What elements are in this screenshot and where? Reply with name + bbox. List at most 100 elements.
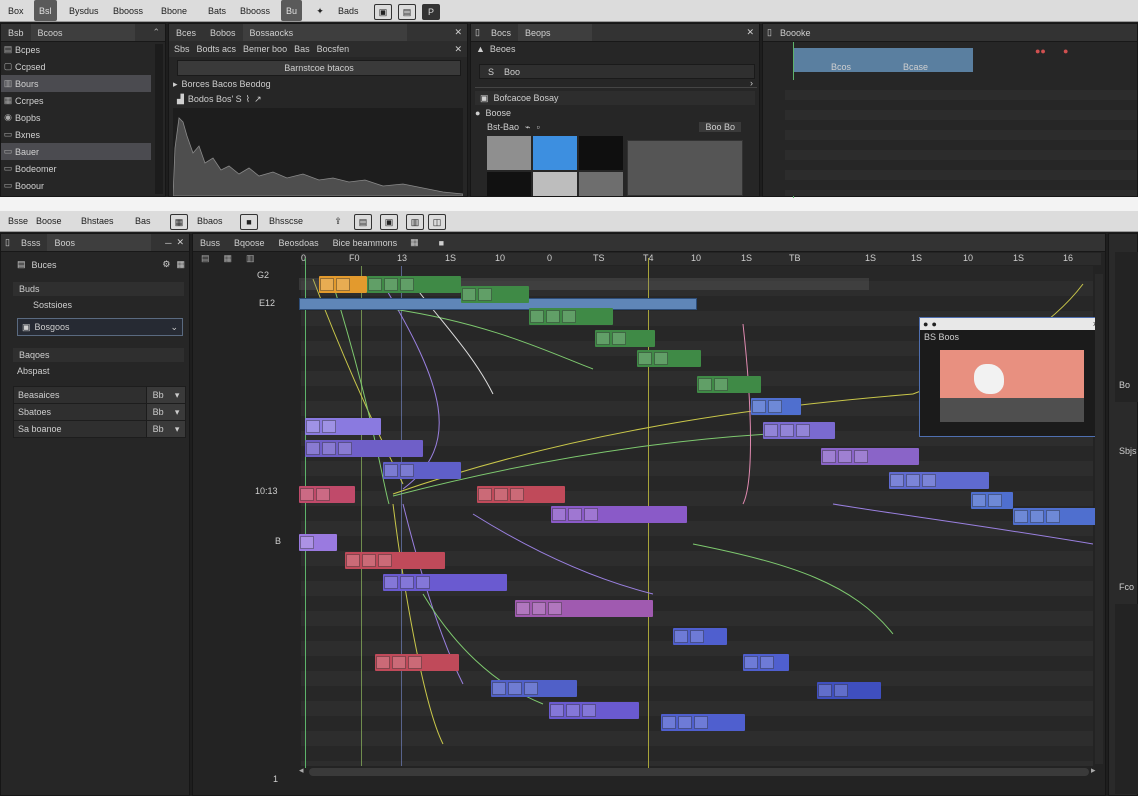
square-icon[interactable]: ■ bbox=[240, 214, 258, 230]
preview-window[interactable]: ●● × BS Boos bbox=[919, 317, 1103, 437]
close-icon[interactable]: ✕ bbox=[176, 237, 184, 248]
option-field[interactable]: Boo Bo bbox=[699, 122, 741, 132]
clip-node[interactable] bbox=[383, 462, 461, 479]
preview-titlebar[interactable]: ●● × bbox=[920, 318, 1102, 330]
swatch[interactable] bbox=[533, 172, 577, 196]
clip-node[interactable] bbox=[817, 682, 881, 699]
item1[interactable]: Sostsioes bbox=[13, 298, 184, 312]
keyframe-icon[interactable]: ●● bbox=[1035, 46, 1046, 56]
list-item[interactable]: ▥ Bours bbox=[1, 75, 151, 92]
prop-dropdown[interactable]: Bb ▾ bbox=[146, 421, 185, 437]
close-icon[interactable]: ✕ bbox=[454, 27, 462, 38]
clip-node[interactable] bbox=[491, 680, 577, 697]
clip-node[interactable] bbox=[319, 276, 367, 293]
tool-icon[interactable]: ▤ bbox=[201, 253, 210, 265]
list-item[interactable]: ▦ Ccrpes bbox=[1, 92, 165, 109]
props-section[interactable]: ▣ Bofcacoe Bosay bbox=[475, 91, 755, 105]
list-item[interactable]: ▭ Bauer bbox=[1, 143, 151, 160]
menu-item-7[interactable]: Bu bbox=[281, 0, 303, 21]
clip-node[interactable] bbox=[299, 486, 355, 503]
wand-icon[interactable]: ✦ bbox=[312, 4, 328, 18]
grid-icon[interactable]: ▦ bbox=[176, 259, 185, 270]
scroll-right-icon[interactable]: ▸ bbox=[1091, 765, 1096, 776]
swatch[interactable] bbox=[487, 172, 531, 196]
menu-item-5[interactable]: Bats bbox=[203, 0, 231, 21]
tool-icon[interactable]: ▥ bbox=[246, 253, 255, 265]
swatch[interactable] bbox=[487, 136, 531, 170]
export-icon[interactable]: ⇪ bbox=[330, 214, 346, 228]
list-item[interactable]: ▭ Bodeomer bbox=[1, 160, 165, 177]
clip-node[interactable] bbox=[751, 398, 801, 415]
tab-2[interactable]: Bossaocks bbox=[242, 24, 407, 41]
menu-item-2[interactable]: Bysdus bbox=[64, 0, 104, 21]
dropdown[interactable]: ▣ Bosgoos ⌄ bbox=[17, 318, 183, 336]
section2[interactable]: Baqoes bbox=[13, 348, 184, 362]
toolbar-item[interactable]: Sbs bbox=[174, 44, 190, 54]
close-icon[interactable]: ✕ bbox=[746, 27, 754, 38]
chevron-right-icon[interactable]: › bbox=[750, 78, 753, 88]
clip-node[interactable] bbox=[637, 350, 701, 367]
menu-item-0[interactable]: Bsse bbox=[3, 211, 33, 231]
tab-0[interactable]: Bces bbox=[169, 24, 203, 41]
curve-icon[interactable]: ⌇ bbox=[246, 94, 250, 107]
clip-node[interactable] bbox=[595, 330, 655, 347]
clip-node[interactable] bbox=[549, 702, 639, 719]
menu-item-0[interactable]: Box bbox=[3, 0, 29, 21]
link-icon[interactable]: ⌁ bbox=[525, 122, 530, 133]
list-item[interactable]: ◉ Bopbs bbox=[1, 109, 165, 126]
prop-row[interactable]: Sa boanoe Bb ▾ bbox=[13, 420, 186, 438]
clip-node[interactable] bbox=[821, 448, 919, 465]
clip-node[interactable] bbox=[299, 534, 337, 551]
menu-item-2[interactable]: Bhstaes bbox=[76, 211, 119, 231]
tab-2[interactable]: Beosdoas bbox=[272, 234, 326, 251]
clip-node[interactable] bbox=[383, 574, 507, 591]
window-icon[interactable]: ▣ bbox=[374, 4, 392, 20]
clip-node[interactable] bbox=[345, 552, 445, 569]
list-item[interactable]: ▭ Booour bbox=[1, 177, 165, 194]
clip-node[interactable] bbox=[1013, 508, 1097, 525]
tab-3[interactable]: Bice beammons bbox=[326, 234, 405, 251]
horizontal-scrollbar[interactable] bbox=[309, 768, 1089, 776]
cursor-icon[interactable]: ↗ bbox=[254, 94, 262, 107]
frame-icon[interactable]: ▦ bbox=[170, 214, 188, 230]
toolbar-item[interactable]: Bocsfen bbox=[317, 44, 350, 54]
prop-row[interactable]: Sbatoes Bb ▾ bbox=[13, 403, 186, 421]
close-icon[interactable]: ✕ bbox=[454, 44, 462, 55]
clip-node[interactable] bbox=[305, 418, 381, 435]
tab-1[interactable]: Bobos bbox=[203, 24, 243, 41]
panel-icon[interactable]: ◫ bbox=[428, 214, 446, 230]
keyframe-icon[interactable]: ● bbox=[1063, 46, 1068, 56]
section1[interactable]: Buds bbox=[13, 282, 184, 296]
toolbar-item[interactable]: Bemer boo bbox=[243, 44, 287, 54]
clip-node[interactable] bbox=[673, 628, 727, 645]
clip-node[interactable] bbox=[763, 422, 835, 439]
tab-0[interactable]: Bsss bbox=[14, 234, 48, 251]
clip-node[interactable] bbox=[551, 506, 687, 523]
minimize-icon[interactable]: ─ bbox=[165, 238, 171, 248]
prop-row[interactable]: Beasaices Bb ▾ bbox=[13, 386, 186, 404]
scroll-left-icon[interactable]: ◂ bbox=[299, 765, 304, 776]
play-icon[interactable]: P bbox=[422, 4, 440, 20]
tab-0[interactable]: Bsb bbox=[1, 24, 31, 41]
tab-0[interactable]: Bocs bbox=[484, 24, 518, 41]
menu-item-4[interactable]: Bbone bbox=[156, 0, 192, 21]
clip-node[interactable] bbox=[971, 492, 1013, 509]
tab-1[interactable]: Beops bbox=[517, 24, 592, 41]
window-icon[interactable]: ▣ bbox=[380, 214, 398, 230]
menu-item-4[interactable]: Bbaos bbox=[192, 211, 228, 231]
clip-node[interactable] bbox=[529, 308, 613, 325]
grid-icon[interactable]: ▦ bbox=[404, 237, 425, 248]
list-item[interactable]: ▭ Bxnes bbox=[1, 126, 165, 143]
props-field[interactable]: S Boo bbox=[479, 64, 755, 79]
clip-node[interactable] bbox=[305, 440, 423, 457]
prop-dropdown[interactable]: Bb ▾ bbox=[146, 387, 185, 403]
dot-icon[interactable]: ● bbox=[923, 319, 928, 329]
clip-node[interactable] bbox=[477, 486, 565, 503]
dot-icon[interactable]: ● bbox=[931, 319, 936, 329]
stop-icon[interactable]: ■ bbox=[425, 238, 458, 248]
menu-item-3[interactable]: Bbooss bbox=[108, 0, 148, 21]
layout-icon[interactable]: ▤ bbox=[398, 4, 416, 20]
toolbar-item[interactable]: Bodts acs bbox=[197, 44, 237, 54]
clip-node[interactable] bbox=[375, 654, 459, 671]
menu-item-8[interactable]: Bads bbox=[333, 0, 364, 21]
